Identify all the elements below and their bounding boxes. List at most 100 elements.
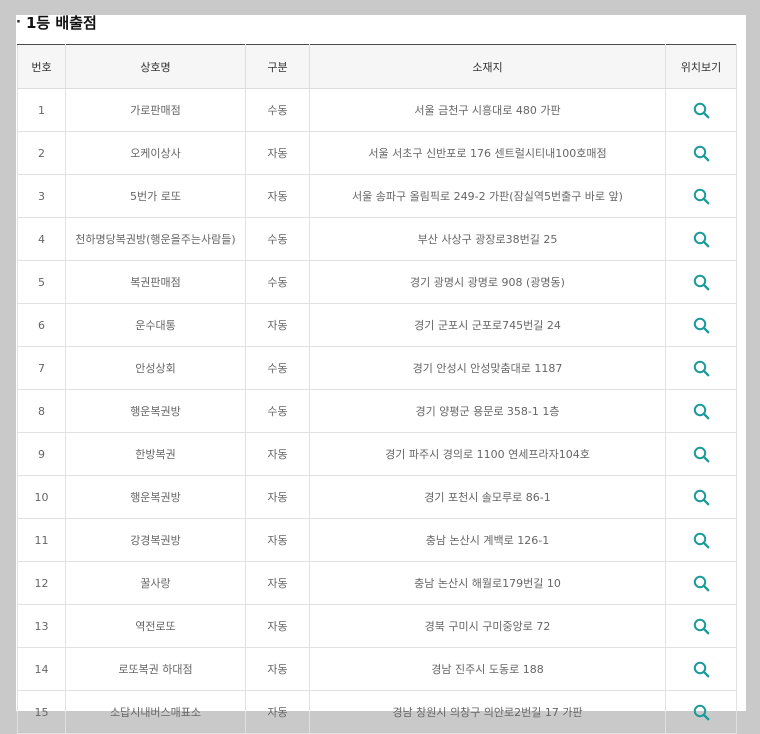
store-name: 복권판매점 [65, 260, 246, 304]
location-cell [665, 561, 737, 605]
row-number: 12 [17, 561, 66, 605]
table-row: 2 오케이상사 자동 서울 서초구 신반포로 176 센트럴시티내100호매점 [17, 131, 737, 175]
location-cell [665, 647, 737, 691]
bullet-icon: · [16, 15, 21, 30]
location-cell [665, 303, 737, 347]
table-row: 4 천하명당복권방(행운을주는사람들) 수동 부산 사상구 광장로38번길 25 [17, 217, 737, 261]
store-name: 안성상회 [65, 346, 246, 390]
search-icon[interactable] [693, 274, 710, 291]
search-icon[interactable] [693, 145, 710, 162]
location-cell [665, 475, 737, 519]
store-address: 경남 진주시 도동로 188 [309, 647, 666, 691]
search-icon[interactable] [693, 489, 710, 506]
search-icon[interactable] [693, 532, 710, 549]
table-row: 3 5번가 로또 자동 서울 송파구 올림픽로 249-2 가판(잠실역5번출구 바로… [17, 174, 737, 218]
search-icon[interactable] [693, 704, 710, 721]
search-icon[interactable] [693, 188, 710, 205]
store-name: 소답시내버스매표소 [65, 690, 246, 734]
row-number: 14 [17, 647, 66, 691]
location-cell [665, 88, 737, 132]
draw-type: 자동 [245, 303, 310, 347]
search-icon[interactable] [693, 231, 710, 248]
winning-stores-panel: · 1등 배출점 번호 상호명 구분 소재지 위치보기 1 가로판매점 수동 서울 금… [16, 12, 746, 734]
search-icon[interactable] [693, 317, 710, 334]
search-icon[interactable] [693, 661, 710, 678]
store-address: 부산 사상구 광장로38번길 25 [309, 217, 666, 261]
row-number: 15 [17, 690, 66, 734]
search-icon[interactable] [693, 446, 710, 463]
location-cell [665, 174, 737, 218]
draw-type: 자동 [245, 690, 310, 734]
row-number: 5 [17, 260, 66, 304]
draw-type: 자동 [245, 604, 310, 648]
draw-type: 자동 [245, 561, 310, 605]
table-row: 5 복권판매점 수동 경기 광명시 광명로 908 (광명동) [17, 260, 737, 304]
draw-type: 수동 [245, 88, 310, 132]
store-name: 천하명당복권방(행운을주는사람들) [65, 217, 246, 261]
column-header-number: 번호 [17, 44, 66, 89]
table-row: 15 소답시내버스매표소 자동 경남 창원시 의창구 의안로2번길 17 가판 [17, 690, 737, 734]
column-header-location: 위치보기 [665, 44, 737, 89]
row-number: 9 [17, 432, 66, 476]
draw-type: 자동 [245, 475, 310, 519]
column-header-address: 소재지 [309, 44, 666, 89]
row-number: 4 [17, 217, 66, 261]
location-cell [665, 518, 737, 562]
location-cell [665, 604, 737, 648]
row-number: 11 [17, 518, 66, 562]
location-cell [665, 260, 737, 304]
table-row: 12 꿀사랑 자동 충남 논산시 해월로179번길 10 [17, 561, 737, 605]
store-name: 운수대통 [65, 303, 246, 347]
search-icon[interactable] [693, 403, 710, 420]
section-title-text: 1등 배출점 [25, 14, 97, 32]
table-row: 10 행운복권방 자동 경기 포천시 솔모루로 86-1 [17, 475, 737, 519]
store-name: 오케이상사 [65, 131, 246, 175]
row-number: 1 [17, 88, 66, 132]
store-address: 경기 파주시 경의로 1100 연세프라자104호 [309, 432, 666, 476]
location-cell [665, 432, 737, 476]
location-cell [665, 131, 737, 175]
draw-type: 수동 [245, 346, 310, 390]
table-row: 1 가로판매점 수동 서울 금천구 시흥대로 480 가판 [17, 88, 737, 132]
row-number: 7 [17, 346, 66, 390]
table-row: 6 운수대통 자동 경기 군포시 군포로745번길 24 [17, 303, 737, 347]
table-row: 7 안성상회 수동 경기 안성시 안성맞춤대로 1187 [17, 346, 737, 390]
row-number: 2 [17, 131, 66, 175]
search-icon[interactable] [693, 575, 710, 592]
table-row: 9 한방복권 자동 경기 파주시 경의로 1100 연세프라자104호 [17, 432, 737, 476]
store-name: 가로판매점 [65, 88, 246, 132]
store-address: 경기 광명시 광명로 908 (광명동) [309, 260, 666, 304]
search-icon[interactable] [693, 360, 710, 377]
row-number: 8 [17, 389, 66, 433]
store-name: 로또복권 하대점 [65, 647, 246, 691]
draw-type: 자동 [245, 131, 310, 175]
draw-type: 자동 [245, 432, 310, 476]
store-address: 경남 창원시 의창구 의안로2번길 17 가판 [309, 690, 666, 734]
store-address: 경기 포천시 솔모루로 86-1 [309, 475, 666, 519]
location-cell [665, 389, 737, 433]
search-icon[interactable] [693, 618, 710, 635]
store-address: 경북 구미시 구미중앙로 72 [309, 604, 666, 648]
store-address: 서울 송파구 올림픽로 249-2 가판(잠실역5번출구 바로 앞) [309, 174, 666, 218]
store-name: 강경복권방 [65, 518, 246, 562]
search-icon[interactable] [693, 102, 710, 119]
table-header-row: 번호 상호명 구분 소재지 위치보기 [17, 44, 737, 89]
column-header-type: 구분 [245, 44, 310, 89]
store-name: 행운복권방 [65, 389, 246, 433]
store-address: 충남 논산시 해월로179번길 10 [309, 561, 666, 605]
row-number: 13 [17, 604, 66, 648]
store-name: 꿀사랑 [65, 561, 246, 605]
store-name: 행운복권방 [65, 475, 246, 519]
store-address: 경기 양평군 용문로 358-1 1층 [309, 389, 666, 433]
location-cell [665, 690, 737, 734]
column-header-store-name: 상호명 [65, 44, 246, 89]
section-title: · 1등 배출점 [16, 12, 97, 33]
store-address: 경기 안성시 안성맞춤대로 1187 [309, 346, 666, 390]
row-number: 3 [17, 174, 66, 218]
location-cell [665, 217, 737, 261]
store-name: 한방복권 [65, 432, 246, 476]
store-name: 5번가 로또 [65, 174, 246, 218]
draw-type: 자동 [245, 518, 310, 562]
store-address: 서울 금천구 시흥대로 480 가판 [309, 88, 666, 132]
store-address: 충남 논산시 계백로 126-1 [309, 518, 666, 562]
